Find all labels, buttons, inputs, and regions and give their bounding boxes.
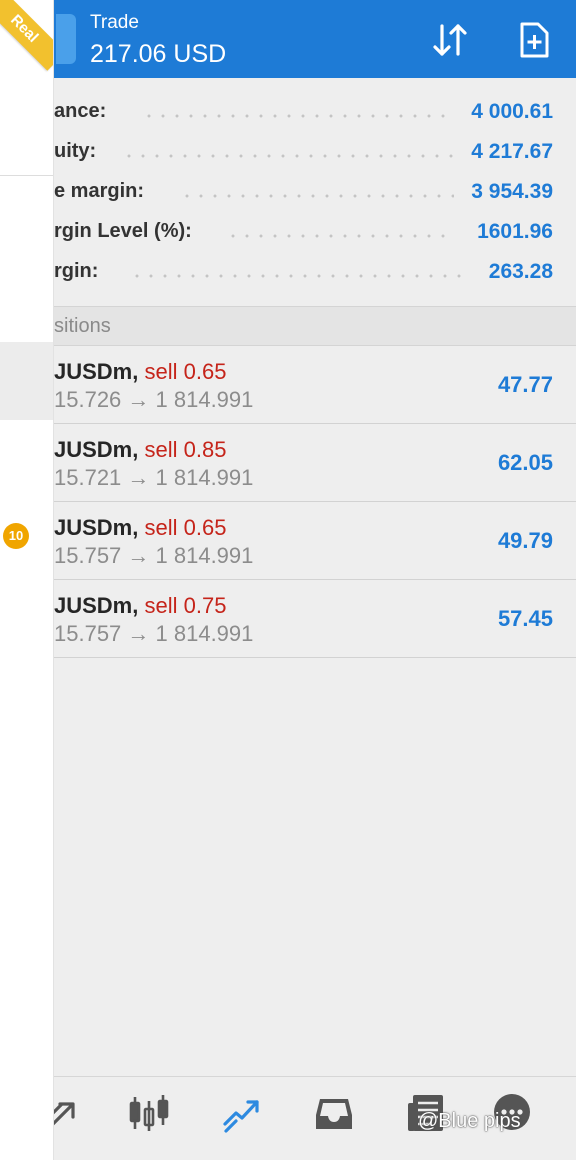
position-prices: 15.726 → 1 814.991	[54, 387, 254, 412]
position-side-volume: sell 0.75	[144, 593, 227, 618]
position-side-volume: sell 0.65	[144, 515, 227, 540]
position-symbol: JUSDm,	[54, 437, 139, 462]
position-symbol: JUSDm,	[54, 593, 139, 618]
position-symbol: JUSDm,	[54, 359, 139, 384]
margin-label: rgin:	[54, 260, 99, 282]
summary-row-free-margin: e margin: 3 954.39	[0, 172, 576, 212]
positions-list: JUSDm, sell 0.65 15.726 → 1 814.991 47.7…	[0, 346, 576, 658]
balance-label: ance:	[54, 100, 107, 122]
summary-row-balance: ance: 4 000.61	[0, 92, 576, 132]
positions-section-label: sitions	[54, 315, 111, 337]
account-type-ribbon: Real	[0, 0, 53, 71]
new-order-icon[interactable]	[514, 20, 554, 60]
summary-row-equity: uity: 4 217.67	[0, 132, 576, 172]
balance-value: 4 000.61	[471, 100, 553, 123]
drawer-divider	[0, 175, 53, 176]
equity-label: uity:	[54, 140, 97, 162]
dot-leader	[180, 194, 454, 198]
side-drawer: Real 10	[0, 0, 54, 1160]
free-margin-label: e margin:	[54, 180, 145, 202]
position-profit: 49.79	[497, 528, 553, 553]
drawer-selected-item[interactable]	[0, 342, 53, 420]
position-prices: 15.757 → 1 814.991	[54, 621, 254, 646]
position-profit: 47.77	[497, 372, 553, 397]
position-title: JUSDm, sell 0.65	[54, 515, 226, 541]
app-logo-icon	[56, 14, 76, 64]
position-row[interactable]: JUSDm, sell 0.65 15.726 → 1 814.991 47.7…	[0, 346, 576, 424]
position-side-volume: sell 0.65	[144, 359, 227, 384]
chart-candles-icon[interactable]	[127, 1091, 171, 1135]
free-margin-value: 3 954.39	[471, 180, 553, 203]
position-profit: 62.05	[497, 450, 553, 475]
equity-value: 4 217.67	[471, 140, 553, 163]
sort-arrows-icon[interactable]	[430, 20, 470, 60]
position-title: JUSDm, sell 0.65	[54, 359, 226, 385]
margin-level-value: 1601.96	[477, 220, 553, 243]
position-row[interactable]: JUSDm, sell 0.85 15.721 → 1 814.991 62.0…	[0, 424, 576, 502]
dot-leader	[226, 234, 454, 238]
position-title: JUSDm, sell 0.85	[54, 437, 226, 463]
position-side-volume: sell 0.85	[144, 437, 227, 462]
app-header: Trade 217.06 USD	[0, 0, 576, 78]
account-summary: ance: 4 000.61 uity: 4 217.67 e margin: …	[0, 92, 576, 292]
dot-leader	[130, 274, 466, 278]
positions-section-header: sitions	[0, 306, 576, 346]
position-profit: 57.45	[497, 606, 553, 631]
watermark: @Blue pips	[418, 1110, 521, 1132]
dot-leader	[122, 154, 454, 158]
position-row[interactable]: JUSDm, sell 0.75 15.757 → 1 814.991 57.4…	[0, 580, 576, 658]
dot-leader	[142, 114, 454, 118]
margin-value: 263.28	[488, 260, 553, 283]
margin-level-label: rgin Level (%):	[54, 220, 192, 242]
position-row[interactable]: JUSDm, sell 0.65 15.757 → 1 814.991 49.7…	[0, 502, 576, 580]
header-title: Trade	[90, 12, 139, 33]
notification-badge: 10	[3, 523, 29, 549]
position-symbol: JUSDm,	[54, 515, 139, 540]
trade-icon[interactable]	[220, 1091, 264, 1135]
position-title: JUSDm, sell 0.75	[54, 593, 226, 619]
position-prices: 15.721 → 1 814.991	[54, 465, 254, 490]
history-inbox-icon[interactable]	[312, 1091, 356, 1135]
position-prices: 15.757 → 1 814.991	[54, 543, 254, 568]
header-balance: 217.06 USD	[90, 40, 227, 68]
summary-row-margin: rgin: 263.28	[0, 252, 576, 292]
summary-row-margin-level: rgin Level (%): 1601.96	[0, 212, 576, 252]
